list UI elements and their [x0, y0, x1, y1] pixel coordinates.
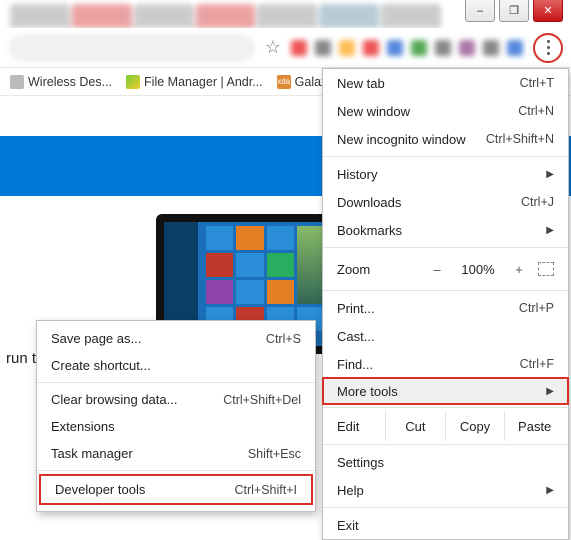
zoom-percent: 100%: [456, 262, 500, 277]
chevron-right-icon: ▶: [546, 386, 554, 397]
menu-shortcut: Ctrl+Shift+N: [486, 132, 554, 146]
address-bar[interactable]: [8, 34, 255, 62]
menu-bookmarks[interactable]: Bookmarks ▶: [323, 216, 568, 244]
chevron-right-icon: ▶: [546, 485, 554, 496]
chevron-right-icon: ▶: [546, 169, 554, 180]
menu-label: Create shortcut...: [51, 358, 301, 373]
menu-shortcut: Ctrl+J: [521, 195, 554, 209]
bookmark-item[interactable]: File Manager | Andr...: [126, 75, 263, 89]
menu-label: History: [337, 167, 540, 182]
menu-find[interactable]: Find... Ctrl+F: [323, 350, 568, 378]
chrome-main-menu: New tab Ctrl+T New window Ctrl+N New inc…: [322, 68, 569, 540]
menu-label: Bookmarks: [337, 223, 540, 238]
menu-shortcut: Ctrl+Shift+Del: [223, 393, 301, 407]
menu-new-tab[interactable]: New tab Ctrl+T: [323, 69, 568, 97]
chevron-right-icon: ▶: [546, 225, 554, 236]
favicon-icon: [10, 75, 24, 89]
menu-new-window[interactable]: New window Ctrl+N: [323, 97, 568, 125]
menu-separator: [323, 156, 568, 157]
menu-separator: [323, 247, 568, 248]
menu-edit-row: Edit Cut Copy Paste: [323, 411, 568, 441]
maximize-button[interactable]: ❐: [499, 0, 529, 22]
menu-downloads[interactable]: Downloads Ctrl+J: [323, 188, 568, 216]
menu-shortcut: Ctrl+T: [520, 76, 554, 90]
bookmark-star-icon[interactable]: ☆: [265, 37, 281, 58]
edit-cut-button[interactable]: Cut: [385, 411, 445, 441]
zoom-out-button[interactable]: –: [428, 262, 446, 277]
edit-copy-button[interactable]: Copy: [445, 411, 505, 441]
menu-label: New window: [337, 104, 518, 119]
bookmark-label: File Manager | Andr...: [144, 75, 263, 89]
menu-label: Print...: [337, 301, 519, 316]
menu-label: Save page as...: [51, 331, 266, 346]
menu-shortcut: Ctrl+P: [519, 301, 554, 315]
menu-label: Extensions: [51, 419, 301, 434]
menu-separator: [37, 470, 315, 471]
menu-label: Task manager: [51, 446, 248, 461]
menu-help[interactable]: Help ▶: [323, 476, 568, 504]
minimize-button[interactable]: –: [465, 0, 495, 22]
menu-history[interactable]: History ▶: [323, 160, 568, 188]
menu-label: Edit: [337, 419, 385, 434]
menu-separator: [323, 290, 568, 291]
zoom-in-button[interactable]: +: [510, 262, 528, 277]
menu-label: Exit: [337, 518, 554, 533]
menu-separator: [323, 444, 568, 445]
menu-zoom-row: Zoom – 100% +: [323, 251, 568, 287]
menu-exit[interactable]: Exit: [323, 511, 568, 539]
submenu-clear-data[interactable]: Clear browsing data... Ctrl+Shift+Del: [37, 386, 315, 413]
submenu-task-manager[interactable]: Task manager Shift+Esc: [37, 440, 315, 467]
favicon-icon: xda: [277, 75, 291, 89]
submenu-developer-tools[interactable]: Developer tools Ctrl+Shift+I: [41, 476, 311, 503]
menu-label: New tab: [337, 76, 520, 91]
menu-label: Find...: [337, 357, 520, 372]
favicon-icon: [126, 75, 140, 89]
tab-strip: [0, 4, 441, 28]
menu-label: Developer tools: [55, 482, 234, 497]
menu-shortcut: Shift+Esc: [248, 447, 301, 461]
submenu-create-shortcut[interactable]: Create shortcut...: [37, 352, 315, 379]
fullscreen-icon[interactable]: [538, 262, 554, 276]
toolbar: ☆: [0, 28, 571, 68]
more-tools-submenu: Save page as... Ctrl+S Create shortcut..…: [36, 320, 316, 512]
menu-label: Cast...: [337, 329, 554, 344]
menu-label: Settings: [337, 455, 554, 470]
kebab-icon: [547, 40, 550, 55]
chrome-menu-button[interactable]: [533, 33, 563, 63]
menu-separator: [323, 507, 568, 508]
menu-new-incognito[interactable]: New incognito window Ctrl+Shift+N: [323, 125, 568, 153]
menu-more-tools[interactable]: More tools ▶: [322, 377, 569, 405]
menu-cast[interactable]: Cast...: [323, 322, 568, 350]
close-button[interactable]: ✕: [533, 0, 563, 22]
submenu-save-page[interactable]: Save page as... Ctrl+S: [37, 325, 315, 352]
menu-separator: [323, 407, 568, 408]
menu-shortcut: Ctrl+N: [518, 104, 554, 118]
window-controls: – ❐ ✕: [465, 0, 563, 28]
menu-separator: [37, 382, 315, 383]
menu-label: Zoom: [337, 262, 370, 277]
menu-label: Downloads: [337, 195, 521, 210]
bookmark-item[interactable]: Wireless Des...: [10, 75, 112, 89]
menu-label: More tools: [337, 384, 540, 399]
menu-print[interactable]: Print... Ctrl+P: [323, 294, 568, 322]
extensions-row: [291, 40, 523, 56]
menu-shortcut: Ctrl+Shift+I: [234, 483, 297, 497]
menu-label: Clear browsing data...: [51, 392, 223, 407]
menu-shortcut: Ctrl+S: [266, 332, 301, 346]
menu-shortcut: Ctrl+F: [520, 357, 554, 371]
menu-settings[interactable]: Settings: [323, 448, 568, 476]
submenu-extensions[interactable]: Extensions: [37, 413, 315, 440]
menu-label: Help: [337, 483, 540, 498]
bookmark-label: Wireless Des...: [28, 75, 112, 89]
edit-paste-button[interactable]: Paste: [504, 411, 564, 441]
menu-label: New incognito window: [337, 132, 486, 147]
